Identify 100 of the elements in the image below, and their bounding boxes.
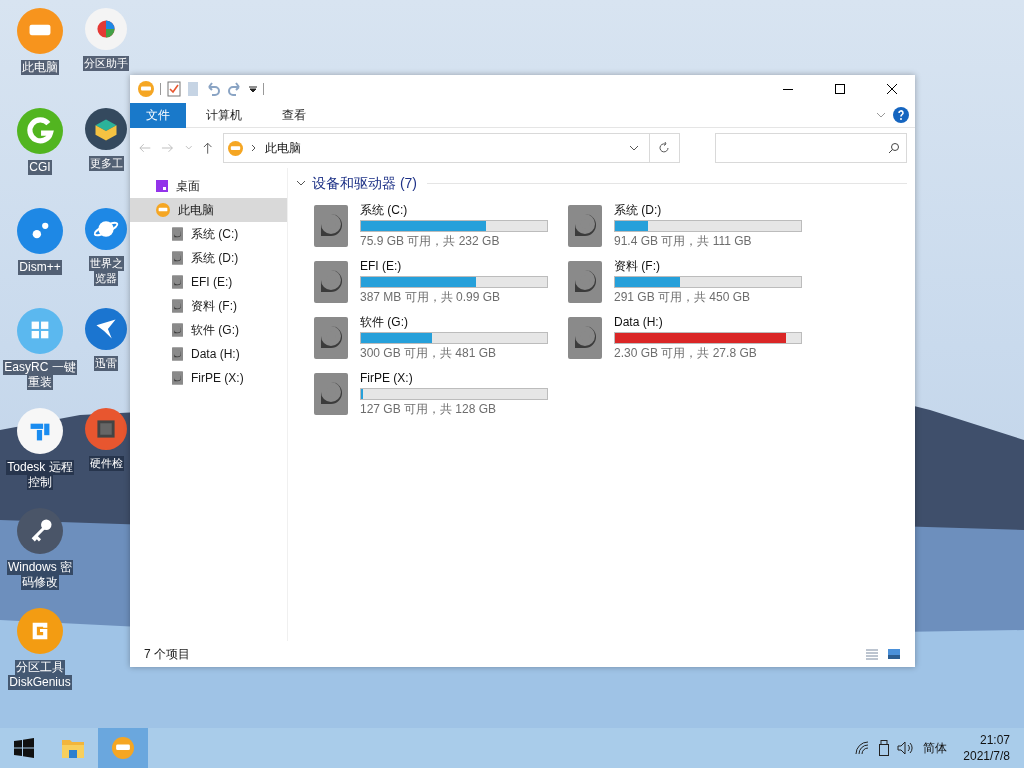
usb-drive-icon[interactable] [879,740,890,756]
windows-logo-icon [14,738,34,758]
tree-label: Data (H:) [191,346,240,363]
drive-icon [172,347,183,361]
tree-item[interactable]: 资料 (F:) [130,294,287,318]
app-icon[interactable] [17,208,63,254]
tree-label: 系统 (C:) [191,226,239,243]
properties-icon[interactable] [167,81,181,97]
ribbon-tab[interactable]: 计算机 [186,102,262,128]
folder-icon [62,738,84,758]
tree-item[interactable]: 桌面 [130,174,287,198]
search-icon [888,142,901,154]
app-label: 世界之 [88,256,124,271]
drive-name: FirPE (X:) [360,371,414,386]
app-label: 分区工具 [15,660,65,675]
collapse-chevron-icon[interactable] [296,178,306,188]
drive-name: EFI (E:) [360,259,403,274]
desktop-folder-icon [156,180,168,192]
drive-name: Data (H:) [614,315,664,330]
drive-icon [568,205,602,247]
tree-item[interactable]: 此电脑 [130,198,287,222]
tiles-view-icon[interactable] [887,648,901,660]
app-icon[interactable] [85,8,127,50]
refresh-icon [658,142,671,154]
drive-name: 系统 (D:) [614,203,663,218]
app-label: Dism++ [18,260,62,275]
app-label: 硬件检 [88,456,124,471]
drive-tile[interactable]: Data (H:) 2.30 GB 可用，共 27.8 GB [568,310,822,366]
app-label: EasyRC 一键 [3,360,77,375]
tree-label: 桌面 [176,178,200,195]
dropdown-icon[interactable] [249,85,257,93]
maximize-icon[interactable] [834,83,846,95]
drive-capacity: 291 GB 可用，共 450 GB [614,290,752,305]
app-icon[interactable] [17,508,63,554]
close-icon[interactable] [886,83,898,95]
drive-icon [314,261,348,303]
chevron-right-icon [251,144,258,152]
ribbon-tab[interactable]: 文件 [130,102,186,128]
help-icon[interactable] [893,107,909,123]
input-method[interactable]: 简体 [923,739,948,757]
wifi-icon[interactable] [855,741,870,755]
taskbar-app[interactable] [98,728,148,768]
drive-icon [314,205,348,247]
tree-item[interactable]: 系统 (D:) [130,246,287,270]
drive-icon [172,371,183,385]
drive-capacity: 91.4 GB 可用，共 111 GB [614,234,753,249]
drive-icon [172,227,183,241]
item-count: 7 个项目 [144,646,190,663]
tree-label: 资料 (F:) [191,298,237,315]
app-icon[interactable] [85,408,127,450]
drive-icon [314,373,348,415]
drive-icon [172,251,183,265]
drive-tile[interactable]: 软件 (G:) 300 GB 可用，共 481 GB [314,310,568,366]
tree-item[interactable]: Data (H:) [130,342,287,366]
tree-item[interactable]: 系统 (C:) [130,222,287,246]
computer-icon [228,140,244,156]
app-icon[interactable] [85,208,127,250]
chevron-down-icon[interactable] [628,144,639,152]
drive-tile[interactable]: 资料 (F:) 291 GB 可用，共 450 GB [568,254,822,310]
app-label: Windows 密 [7,560,73,575]
app-label: 更多工 [88,156,124,171]
up-arrow-icon[interactable] [202,141,214,155]
app-label: 分区助手 [83,56,129,71]
drive-capacity: 127 GB 可用，共 128 GB [360,402,498,417]
drive-tile[interactable]: 系统 (C:) 75.9 GB 可用，共 232 GB [314,198,568,254]
tree-item[interactable]: FirPE (X:) [130,366,287,390]
app-icon[interactable] [85,308,127,350]
tree-label: EFI (E:) [191,274,233,291]
app-icon[interactable] [85,108,127,150]
refresh-button[interactable] [649,133,680,163]
clock[interactable]: 21:07 2021/7/8 [963,732,1010,764]
address-text: 此电脑 [265,140,302,157]
app-label: Todesk 远程 [6,460,74,475]
drive-capacity: 75.9 GB 可用，共 232 GB [360,234,501,249]
computer-icon [156,203,170,217]
redo-icon[interactable] [227,81,243,97]
group-title[interactable]: 设备和驱动器 (7) [312,172,417,194]
drive-icon [568,317,602,359]
app-label: 控制 [27,475,53,490]
app-label: 此电脑 [21,60,59,75]
undo-icon[interactable] [205,81,221,97]
drive-tile[interactable]: EFI (E:) 387 MB 可用，共 0.99 GB [314,254,568,310]
app-label: CGI [28,160,52,175]
drive-capacity: 300 GB 可用，共 481 GB [360,346,498,361]
drive-tile[interactable]: 系统 (D:) 91.4 GB 可用，共 111 GB [568,198,822,254]
app-label: 码修改 [21,575,59,590]
app-label: 览器 [94,271,118,286]
tree-item[interactable]: EFI (E:) [130,270,287,294]
address-bar[interactable]: 此电脑 [223,133,650,163]
tree-item[interactable]: 软件 (G:) [130,318,287,342]
search-field[interactable] [715,133,908,163]
drive-icon [172,323,183,337]
ribbon-tab[interactable]: 查看 [262,102,326,128]
drive-tile[interactable]: FirPE (X:) 127 GB 可用，共 128 GB [314,366,568,422]
tree-label: 系统 (D:) [191,250,239,267]
speaker-icon[interactable] [897,741,916,755]
drive-capacity: 387 MB 可用，共 0.99 GB [360,290,502,305]
app-icon[interactable] [17,408,63,454]
drive-icon [172,299,183,313]
drive-name: 系统 (C:) [360,203,409,218]
